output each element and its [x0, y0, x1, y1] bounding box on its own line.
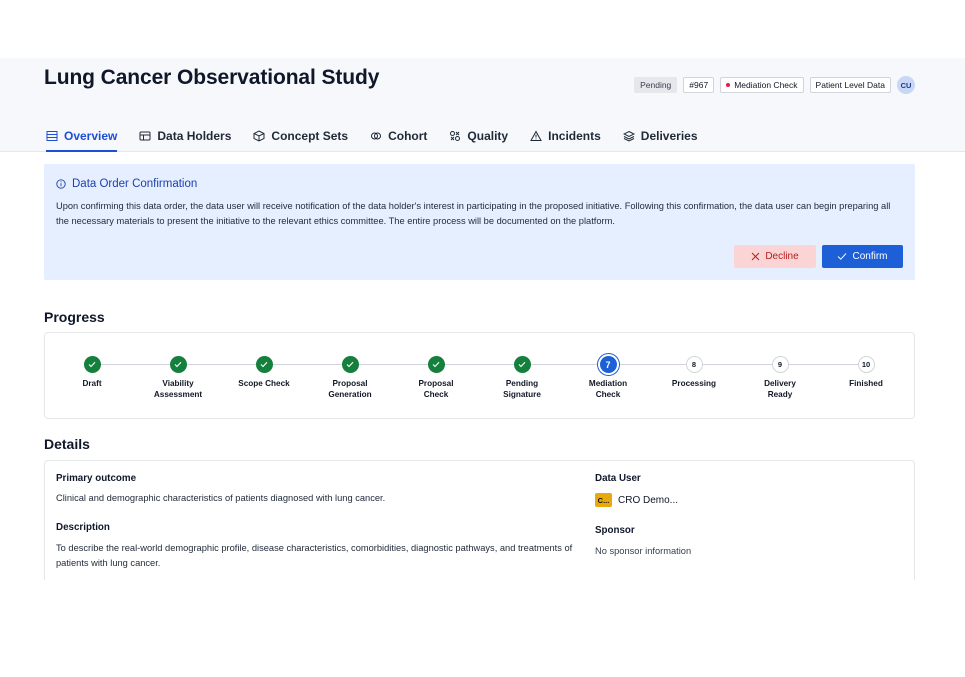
primary-outcome-label: Primary outcome [56, 473, 137, 484]
check-icon [88, 361, 96, 368]
step-label: Scope Check [238, 379, 290, 388]
confirmation-title: Data Order Confirmation [56, 178, 197, 190]
tab-label: Quality [467, 129, 509, 143]
org-logo: C... [595, 493, 612, 507]
confirmation-panel: Data Order Confirmation Upon confirming … [44, 164, 915, 280]
tab-data-holders[interactable]: Data Holders [139, 124, 231, 152]
step-indicator: 7 [599, 356, 617, 373]
step-label: Pending Signature [503, 379, 541, 399]
check-icon [518, 361, 526, 368]
decline-button[interactable]: Decline [734, 245, 816, 268]
avatar[interactable]: CU [897, 76, 915, 94]
step-indicator [255, 356, 273, 373]
tab-quality[interactable]: Quality [449, 124, 508, 152]
close-icon [751, 252, 760, 261]
header-badges: Pending #967 Mediation Check Patient Lev… [634, 76, 915, 94]
tab-label: Overview [64, 129, 118, 143]
step-label: Draft [82, 379, 102, 388]
status-badge: Pending [634, 77, 678, 93]
step-number: 10 [861, 360, 871, 369]
primary-outcome-value: Clinical and demographic characteristics… [56, 493, 386, 503]
quality-icon [450, 131, 461, 141]
step-indicator [513, 356, 531, 373]
details-title: Details [44, 436, 90, 452]
step-indicator [341, 356, 359, 373]
page: Lung Cancer Observational Study Pending … [0, 0, 965, 677]
step-label: Proposal Check [418, 379, 454, 399]
check-icon [260, 361, 268, 368]
step-indicator: 10 [857, 356, 875, 373]
data-user-label: Data User [595, 473, 641, 484]
tab-label: Deliveries [640, 129, 698, 143]
step-indicator: 9 [771, 356, 789, 373]
check-icon [346, 361, 354, 368]
intersect-icon [371, 132, 382, 140]
tab-label: Data Holders [157, 129, 232, 143]
step-indicator: 8 [685, 356, 703, 373]
tab-label: Cohort [388, 129, 428, 143]
progress-step: 10 Finished [823, 356, 909, 389]
step-label: Delivery Ready [764, 379, 796, 399]
order-id-badge: #967 [683, 77, 715, 93]
step-indicator [427, 356, 445, 373]
progress-title: Progress [44, 309, 105, 325]
step-label: Viability Assessment [153, 379, 203, 399]
progress-step: 8 Processing [651, 356, 737, 389]
step-label: Mediation Check [588, 379, 628, 399]
data-user-org[interactable]: C... CRO Demo... [595, 493, 678, 507]
stage-badge-label: Mediation Check [734, 80, 798, 90]
progress-step: Proposal Check [393, 356, 479, 400]
progress-step: Proposal Generation [307, 356, 393, 400]
description-label: Description [56, 522, 110, 533]
step-label: Finished [849, 379, 883, 388]
org-name: CRO Demo... [618, 494, 679, 506]
data-type-badge: Patient Level Data [809, 77, 891, 93]
cube-icon [253, 130, 265, 142]
step-label: Proposal Generation [328, 379, 372, 399]
confirmation-text: Upon confirming this data order, the dat… [56, 201, 891, 226]
info-icon [56, 179, 66, 189]
step-number: 9 [777, 360, 783, 369]
layers-icon [622, 130, 635, 142]
table-icon [46, 131, 58, 141]
database-icon [139, 131, 151, 141]
tab-overview[interactable]: Overview [46, 124, 118, 152]
progress-step: Scope Check [221, 356, 307, 389]
confirm-button-label: Confirm [852, 251, 888, 262]
sponsor-value: No sponsor information [595, 546, 692, 556]
page-title: Lung Cancer Observational Study [44, 66, 380, 89]
tab-incidents[interactable]: Incidents [530, 124, 601, 152]
sponsor-label: Sponsor [595, 525, 635, 536]
status-dot-icon [726, 83, 731, 87]
step-indicator [83, 356, 101, 373]
description-value: To describe the real-world demographic p… [56, 543, 573, 568]
check-icon [432, 361, 440, 368]
progress-step: Pending Signature [479, 356, 565, 400]
progress-step: Viability Assessment [135, 356, 221, 400]
step-label: Processing [671, 379, 717, 388]
confirmation-title-text: Data Order Confirmation [72, 178, 198, 190]
check-icon [174, 361, 182, 368]
progress-step: Draft [49, 356, 135, 389]
confirm-button[interactable]: Confirm [822, 245, 903, 268]
tab-cohort[interactable]: Cohort [370, 124, 427, 152]
tab-bar: Overview Data Holders Concept Sets Cohor… [46, 124, 698, 152]
tab-label: Incidents [548, 129, 601, 143]
progress-step: 9 Delivery Ready [737, 356, 823, 400]
stage-badge: Mediation Check [720, 77, 804, 93]
tab-deliveries[interactable]: Deliveries [622, 124, 698, 152]
check-icon [838, 253, 847, 260]
decline-button-label: Decline [765, 251, 799, 262]
warning-icon [530, 130, 542, 141]
tab-label: Concept Sets [271, 129, 349, 143]
step-number: 8 [691, 360, 697, 369]
step-number: 7 [605, 359, 611, 370]
tab-concept-sets[interactable]: Concept Sets [253, 124, 348, 152]
progress-step: 7 Mediation Check [565, 356, 651, 400]
step-indicator [169, 356, 187, 373]
